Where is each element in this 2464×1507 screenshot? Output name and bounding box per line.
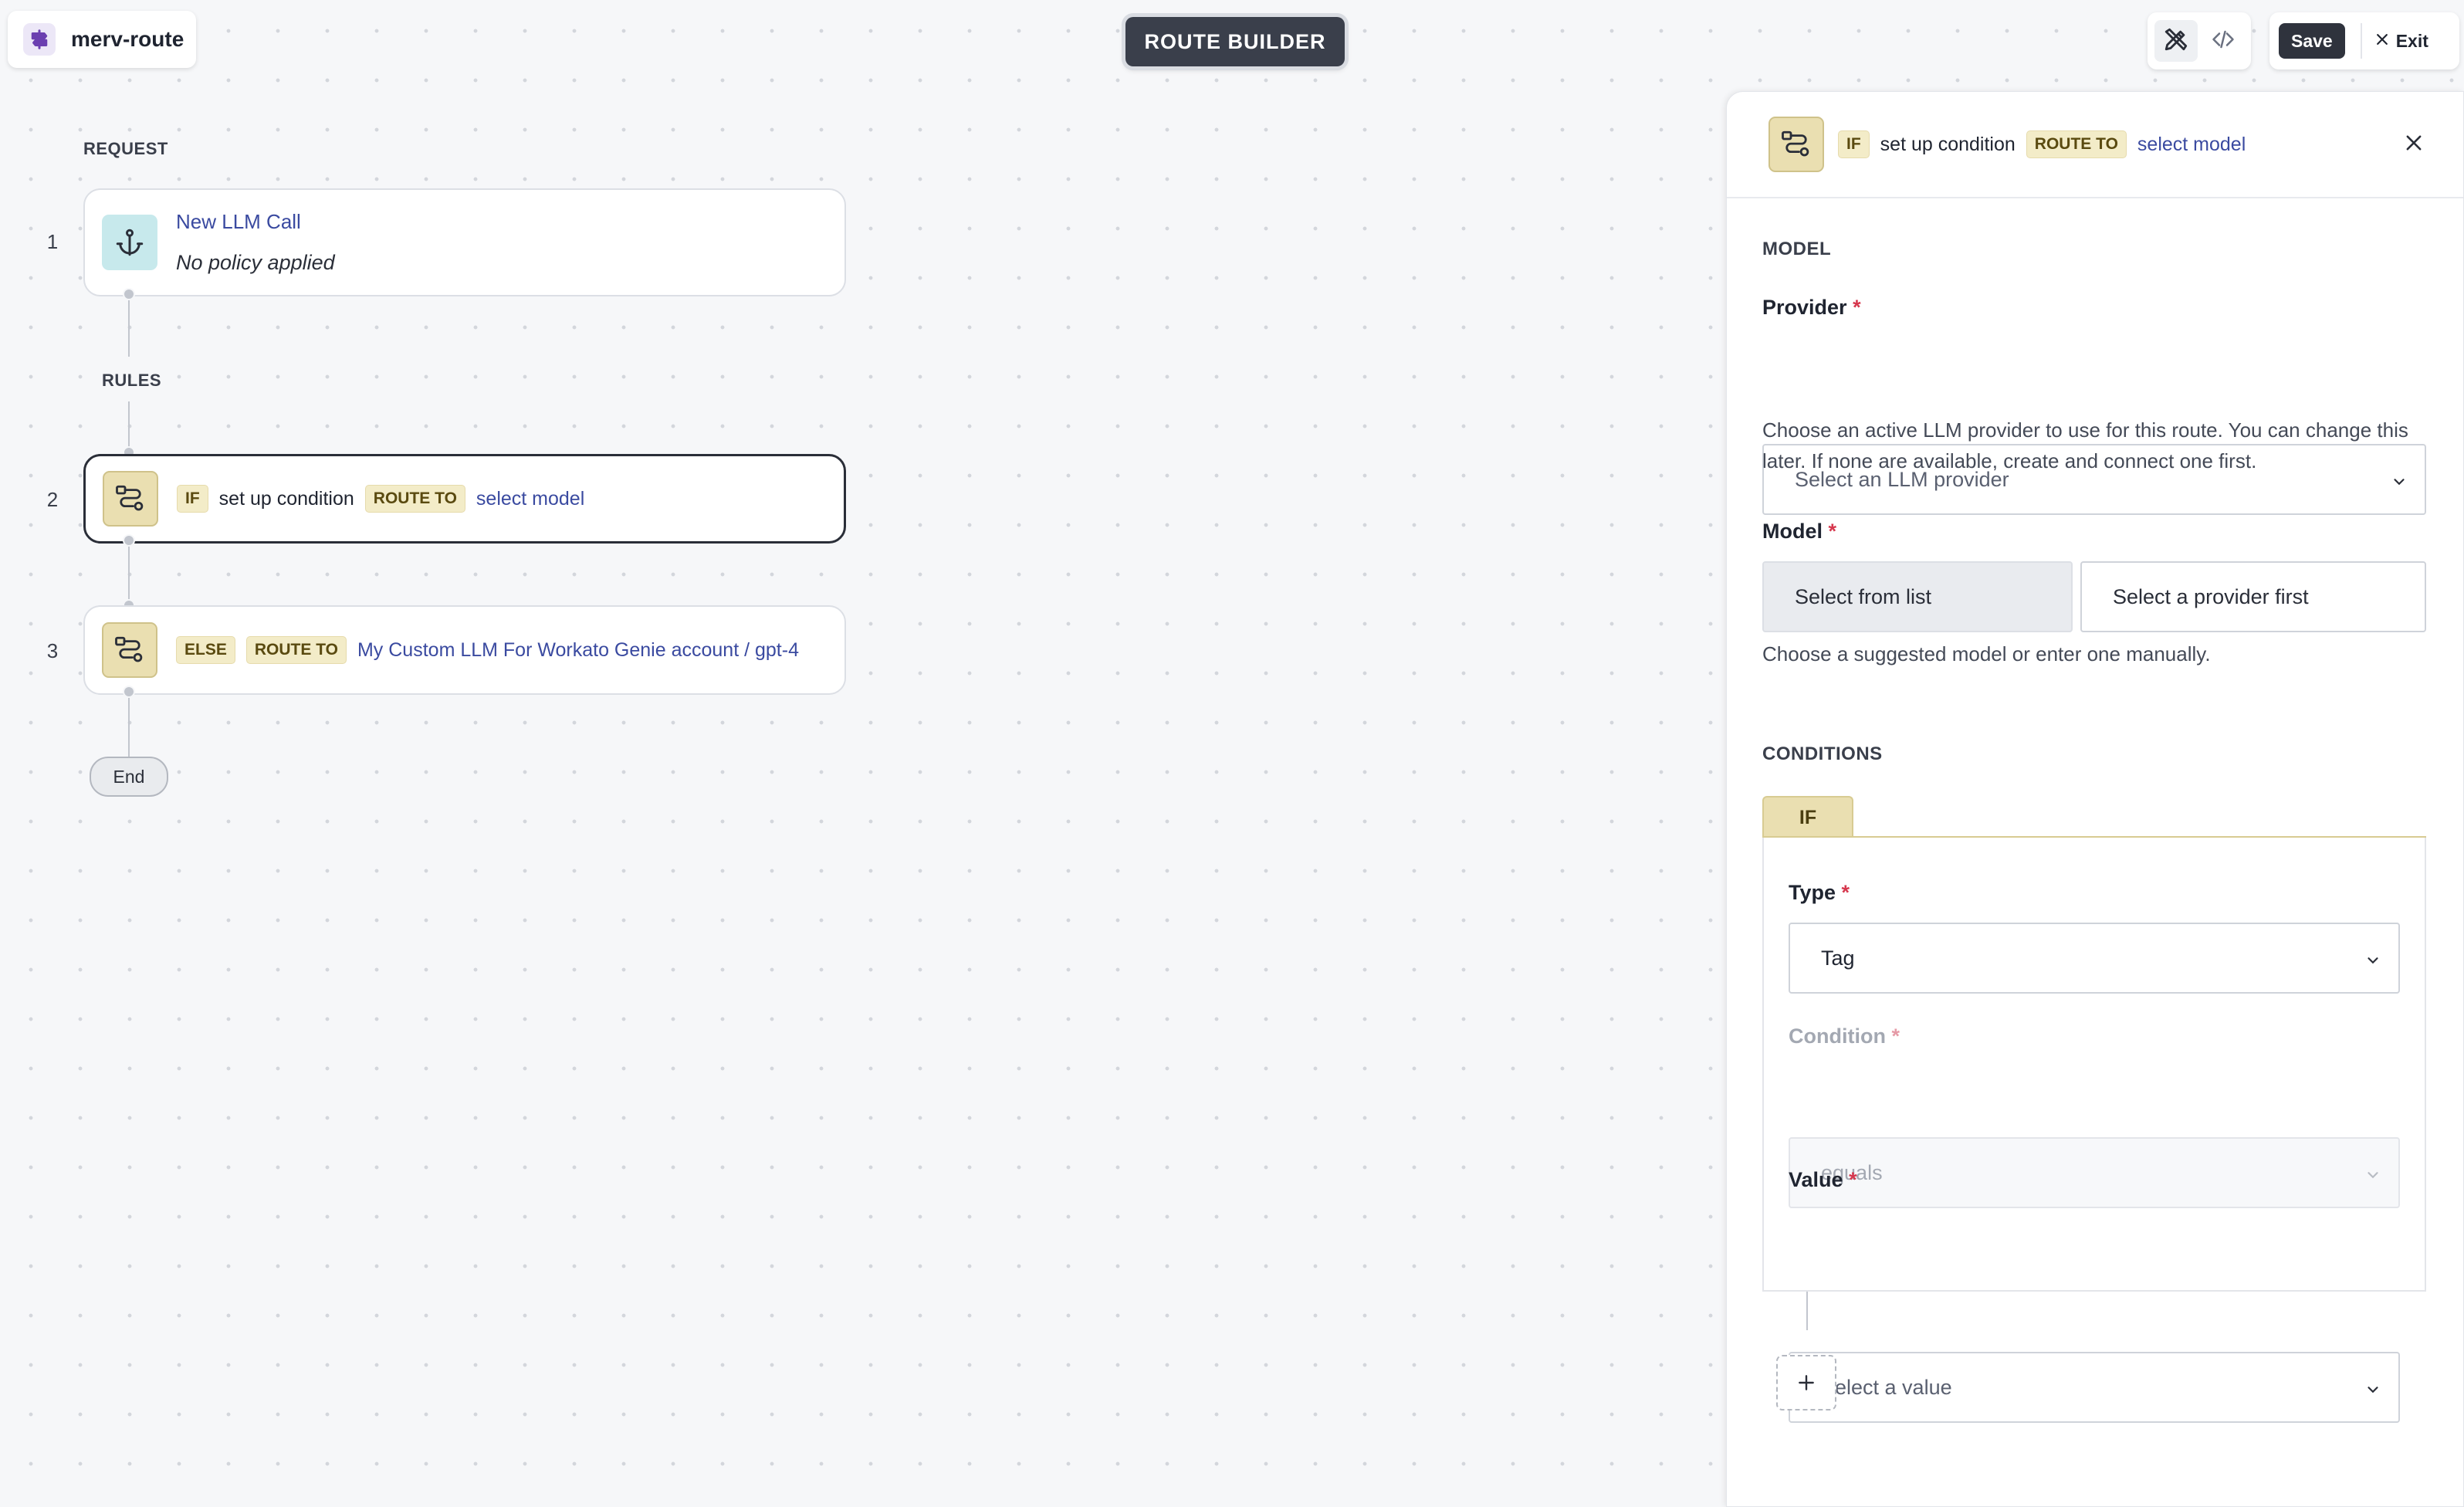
end-node: End (90, 757, 168, 797)
if-condition-tab[interactable]: IF (1762, 796, 1853, 838)
route-to-tag: ROUTE TO (245, 636, 347, 664)
connector-dot (123, 288, 135, 300)
code-icon (2212, 28, 2235, 55)
chevron-down-icon (2364, 950, 2381, 974)
close-panel-button[interactable] (2403, 132, 2425, 157)
step-number: 3 (46, 639, 59, 662)
rules-section-label: RULES (102, 371, 162, 390)
type-select[interactable]: Tag (1789, 923, 2400, 994)
value-label: Value * (1789, 1168, 1857, 1191)
connector-line (128, 695, 130, 757)
chevron-down-icon (2364, 1165, 2381, 1189)
code-view-button[interactable] (2202, 20, 2245, 62)
route-builder-title: ROUTE BUILDER (1125, 17, 1345, 66)
app-name: merv-route (71, 27, 184, 51)
condition-label: Condition * (1789, 1024, 1900, 1048)
plus-icon (1799, 1375, 1814, 1390)
panel-header: IF set up condition ROUTE TO select mode… (1727, 92, 2463, 198)
step-number: 2 (46, 488, 59, 511)
condition-select[interactable]: equals (1789, 1137, 2400, 1208)
provider-help-text: Choose an active LLM provider to use for… (1762, 418, 2408, 472)
provider-label: Provider * (1762, 296, 1861, 319)
builder-view-button[interactable] (2154, 20, 2198, 62)
step-title[interactable]: New LLM Call (176, 210, 335, 234)
divider (2360, 23, 2362, 59)
select-from-list-option[interactable]: Select from list (1762, 561, 2073, 632)
condition-text: set up condition (1880, 133, 2016, 155)
save-button[interactable]: Save (2279, 23, 2345, 59)
if-tag: IF (177, 485, 208, 513)
header-actions: Save Exit (2269, 12, 2459, 69)
chevron-down-icon (2364, 1380, 2381, 1404)
anchor-icon (102, 215, 157, 270)
condition-text: set up condition (218, 487, 354, 510)
signpost-icon (23, 23, 56, 56)
connector-line (1806, 1292, 1808, 1330)
route-target-link[interactable]: My Custom LLM For Workato Genie account … (357, 639, 799, 662)
value-select[interactable]: Select a value (1789, 1352, 2400, 1423)
step-card-else-rule[interactable]: ELSE ROUTE TO My Custom LLM For Workato … (83, 605, 846, 695)
model-help-text: Choose a suggested model or enter one ma… (1762, 642, 2211, 665)
close-icon (2406, 135, 2422, 151)
add-condition-button[interactable] (1776, 1355, 1836, 1410)
exit-label: Exit (2395, 30, 2428, 51)
step-card-if-rule[interactable]: IF set up condition ROUTE TO select mode… (83, 454, 846, 544)
condition-card: Type * Tag Condition * equals Value * Se… (1762, 838, 2426, 1423)
type-label: Type * (1789, 881, 1850, 904)
route-icon (102, 622, 157, 678)
exit-button[interactable]: Exit (2374, 31, 2428, 52)
route-to-tag: ROUTE TO (364, 485, 465, 513)
conditions-section-label: CONDITIONS (1762, 743, 1883, 764)
route-icon (1768, 117, 1824, 172)
connector-dot (123, 686, 135, 698)
model-label: Model * (1762, 520, 1837, 543)
route-target-link[interactable]: select model (476, 488, 584, 510)
app-chip[interactable]: merv-route (8, 11, 196, 68)
close-icon (2374, 31, 2390, 52)
model-section-label: MODEL (1762, 239, 1832, 259)
request-section-label: REQUEST (83, 139, 168, 158)
route-target-link[interactable]: select model (2137, 134, 2246, 156)
route-to-tag: ROUTE TO (2026, 130, 2127, 158)
pencil-ruler-icon (2163, 26, 2189, 56)
if-tag: IF (1838, 130, 1870, 158)
model-source-switch: Select from list Select a provider first (1762, 561, 2426, 632)
route-icon (103, 471, 158, 527)
rule-config-panel: IF set up condition ROUTE TO select mode… (1726, 91, 2464, 1507)
model-select[interactable]: Select a provider first (2080, 561, 2426, 632)
step-subtitle: No policy applied (176, 251, 335, 274)
type-value: Tag (1821, 946, 1855, 970)
step-card-request[interactable]: New LLM Call No policy applied (83, 188, 846, 296)
connector-dot (123, 534, 135, 547)
view-toggle (2148, 12, 2251, 69)
connector-line (128, 544, 130, 605)
else-tag: ELSE (176, 636, 235, 664)
value-placeholder: Select a value (1821, 1375, 1952, 1399)
connector-line (128, 296, 130, 357)
step-number: 1 (46, 230, 59, 253)
